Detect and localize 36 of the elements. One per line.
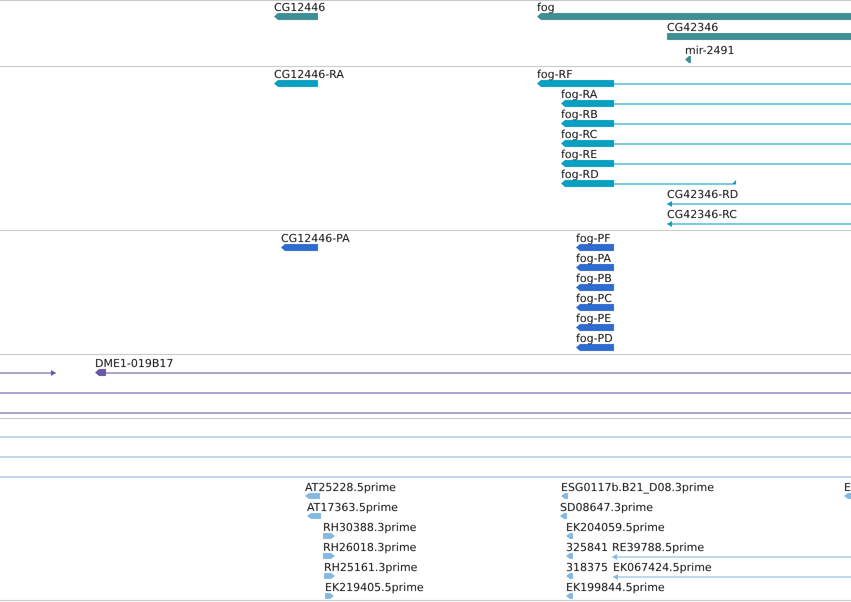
- gene-label: mir-2491: [685, 44, 735, 57]
- transcript-label: fog-RE: [561, 148, 598, 161]
- est-label: 325841: [566, 541, 608, 554]
- transcript-label: CG42346-RC: [667, 208, 737, 221]
- protein-label: fog-PE: [576, 312, 612, 325]
- transcript-label: fog-RC: [561, 128, 598, 141]
- clone-label: DME1-019B17: [95, 357, 174, 370]
- gene-label: fog: [537, 1, 555, 14]
- est-label: EK067424.5prime: [613, 561, 712, 574]
- transcript-label: fog-RF: [537, 68, 573, 81]
- transcript-label: CG42346-RD: [667, 188, 738, 201]
- protein-label: fog-PC: [576, 292, 612, 305]
- est-label: EK204059.5prime: [566, 521, 665, 534]
- est-label: AT25228.5prime: [305, 481, 396, 494]
- protein-label: CG12446-PA: [281, 232, 350, 245]
- est-label: SD08647.3prime: [560, 501, 653, 514]
- protein-label: fog-PB: [576, 272, 612, 285]
- transcript-label: CG12446-RA: [274, 68, 344, 81]
- gene-label: CG12446: [274, 1, 326, 14]
- est-label: EK219405.5prime: [325, 581, 424, 594]
- est-label: 318375: [566, 561, 608, 574]
- transcript-label: fog-RB: [561, 108, 598, 121]
- est-label: ESG0117b.B21_D08.3prime: [561, 481, 714, 494]
- est-label: EK199844.5prime: [566, 581, 665, 594]
- est-label: RH26018.3prime: [323, 541, 416, 554]
- gene-label: CG42346: [667, 21, 718, 34]
- est-label: RH30388.3prime: [323, 521, 416, 534]
- est-label: E: [844, 481, 851, 494]
- transcript-label: fog-RD: [561, 168, 599, 181]
- est-label: AT17363.5prime: [307, 501, 398, 514]
- protein-label: fog-PA: [576, 252, 612, 265]
- transcript-label: fog-RA: [561, 88, 598, 101]
- est-label: RE39788.5prime: [612, 541, 704, 554]
- est-label: RH25161.3prime: [324, 561, 418, 574]
- protein-label: fog-PD: [576, 332, 613, 345]
- protein-label: fog-PF: [576, 232, 611, 245]
